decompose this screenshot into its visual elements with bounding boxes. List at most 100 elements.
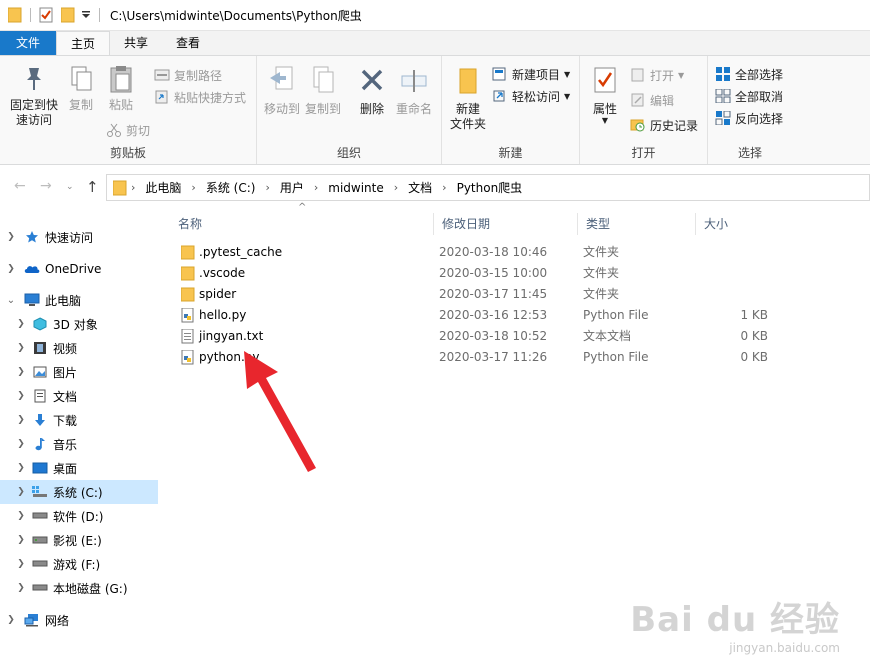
breadcrumb-separator[interactable]: › bbox=[390, 181, 402, 194]
nav-pictures[interactable]: ❯ 图片 bbox=[0, 360, 158, 384]
copy-to-button[interactable]: 复制到 bbox=[304, 64, 342, 117]
tab-share[interactable]: 共享 bbox=[110, 31, 162, 55]
file-name: .pytest_cache bbox=[199, 245, 283, 259]
new-folder-button[interactable]: 新建 文件夹 bbox=[446, 64, 490, 132]
open-dropdown-icon: ▼ bbox=[678, 70, 685, 80]
nav-desktop[interactable]: ❯ 桌面 bbox=[0, 456, 158, 480]
copy-button[interactable]: 复制 bbox=[64, 64, 98, 113]
nav-3d-objects[interactable]: ❯ 3D 对象 bbox=[0, 312, 158, 336]
watermark: Bai du 经验 jingyan.baidu.com bbox=[630, 592, 840, 655]
file-date: 2020-03-17 11:45 bbox=[439, 287, 548, 301]
expand-chevron-icon[interactable]: ❯ bbox=[16, 391, 26, 401]
up-arrow-icon[interactable]: ↑ bbox=[86, 178, 99, 196]
file-row[interactable]: spider 2020-03-17 11:45 文件夹 bbox=[170, 284, 810, 305]
nav-label: 3D 对象 bbox=[53, 317, 98, 332]
nav-documents[interactable]: ❯ 文档 bbox=[0, 384, 158, 408]
expand-chevron-icon[interactable]: ❯ bbox=[16, 415, 26, 425]
title-bar: C:\Users\midwinte\Documents\Python爬虫 bbox=[0, 0, 870, 31]
expand-chevron-icon[interactable]: ❯ bbox=[16, 583, 26, 593]
column-header-size[interactable]: 大小 bbox=[696, 213, 776, 235]
easy-access-button[interactable]: 轻松访问 ▼ bbox=[492, 86, 570, 106]
breadcrumb-separator[interactable]: › bbox=[127, 181, 139, 194]
paste-shortcut-button[interactable]: 粘贴快捷方式 bbox=[154, 87, 246, 107]
column-header-name[interactable]: 名称 bbox=[170, 213, 434, 235]
expand-chevron-icon[interactable]: ❯ bbox=[16, 511, 26, 521]
drive-icon bbox=[32, 581, 48, 595]
breadcrumb-users[interactable]: 用户 bbox=[274, 179, 310, 196]
expand-chevron-icon[interactable]: ❯ bbox=[16, 463, 26, 473]
breadcrumb-this-pc[interactable]: 此电脑 bbox=[139, 179, 187, 196]
edit-button[interactable]: 编辑 bbox=[630, 90, 674, 110]
nav-drive-c[interactable]: ❯ 系统 (C:) bbox=[0, 480, 158, 504]
expand-chevron-icon[interactable]: ❯ bbox=[16, 343, 26, 353]
paste-button[interactable]: 粘贴 bbox=[103, 64, 139, 113]
nav-videos[interactable]: ❯ 视频 bbox=[0, 336, 158, 360]
nav-label: 软件 (D:) bbox=[53, 509, 104, 524]
new-item-button[interactable]: 新建项目 ▼ bbox=[492, 64, 570, 84]
breadcrumb-user[interactable]: midwinte bbox=[322, 181, 389, 195]
nav-drive-d[interactable]: ❯ 软件 (D:) bbox=[0, 504, 158, 528]
expand-chevron-icon[interactable]: ❯ bbox=[16, 367, 26, 377]
expand-chevron-icon[interactable]: ❯ bbox=[16, 559, 26, 569]
properties-button[interactable]: 属性 ▼ bbox=[588, 64, 622, 125]
file-row[interactable]: .vscode 2020-03-15 10:00 文件夹 bbox=[170, 263, 810, 284]
select-none-button[interactable]: 全部取消 bbox=[715, 86, 783, 106]
expand-chevron-icon[interactable]: ❯ bbox=[6, 264, 16, 274]
nav-music[interactable]: ❯ 音乐 bbox=[0, 432, 158, 456]
delete-x-icon bbox=[361, 69, 383, 91]
nav-network[interactable]: ❯ 网络 bbox=[0, 608, 158, 632]
file-row[interactable]: jingyan.txt 2020-03-18 10:52 文本文档 0 KB bbox=[170, 326, 810, 347]
nav-drive-e[interactable]: ❯ 影视 (E:) bbox=[0, 528, 158, 552]
tab-file[interactable]: 文件 bbox=[0, 31, 57, 55]
back-arrow-icon[interactable]: ← bbox=[14, 178, 26, 194]
open-button[interactable]: 打开 ▼ bbox=[630, 65, 684, 85]
pin-quick-access-button[interactable]: 固定到快 速访问 bbox=[6, 64, 62, 128]
nav-this-pc[interactable]: ⌄ 此电脑 bbox=[0, 288, 158, 312]
breadcrumb-documents[interactable]: 文档 bbox=[402, 179, 438, 196]
nav-downloads[interactable]: ❯ 下载 bbox=[0, 408, 158, 432]
file-row[interactable]: .pytest_cache 2020-03-18 10:46 文件夹 bbox=[170, 242, 810, 263]
breadcrumb-drive-c[interactable]: 系统 (C:) bbox=[200, 179, 262, 196]
properties-dropdown-icon: ▼ bbox=[601, 116, 609, 125]
address-bar[interactable]: › 此电脑 › 系统 (C:) › 用户 › midwinte › 文档 › P… bbox=[106, 174, 870, 201]
column-header-date[interactable]: 修改日期 bbox=[434, 213, 578, 235]
expand-chevron-icon[interactable]: ❯ bbox=[16, 439, 26, 449]
tab-view[interactable]: 查看 bbox=[162, 31, 214, 55]
delete-button[interactable]: 删除 bbox=[355, 64, 389, 117]
nav-onedrive[interactable]: ❯ OneDrive bbox=[0, 257, 158, 281]
breadcrumb-separator[interactable]: › bbox=[261, 181, 273, 194]
file-row[interactable]: hello.py 2020-03-16 12:53 Python File 1 … bbox=[170, 305, 810, 326]
expand-chevron-icon[interactable]: ❯ bbox=[6, 232, 16, 242]
move-to-button[interactable]: 移动到 bbox=[263, 64, 301, 117]
breadcrumb-current-folder[interactable]: Python爬虫 bbox=[451, 179, 529, 196]
expand-chevron-icon[interactable]: ❯ bbox=[16, 319, 26, 329]
select-all-button[interactable]: 全部选择 bbox=[715, 64, 783, 84]
breadcrumb-separator[interactable]: › bbox=[438, 181, 450, 194]
history-button[interactable]: 历史记录 bbox=[630, 115, 698, 135]
separator bbox=[99, 8, 100, 22]
pin-icon bbox=[27, 68, 41, 90]
expand-chevron-icon[interactable]: ❯ bbox=[16, 487, 26, 497]
expand-chevron-icon[interactable]: ❯ bbox=[16, 535, 26, 545]
properties-quick-icon[interactable] bbox=[39, 7, 53, 23]
recent-locations-chevron-icon[interactable]: ⌄ bbox=[66, 182, 74, 192]
collapse-chevron-icon[interactable]: ⌄ bbox=[6, 295, 16, 306]
invert-selection-button[interactable]: 反向选择 bbox=[715, 108, 783, 128]
nav-quick-access[interactable]: ❯ 快速访问 bbox=[0, 225, 158, 249]
tab-home[interactable]: 主页 bbox=[56, 31, 111, 55]
forward-arrow-icon[interactable]: → bbox=[40, 178, 52, 194]
rename-button[interactable]: 重命名 bbox=[394, 64, 434, 117]
column-header-type[interactable]: 类型 bbox=[578, 213, 696, 235]
nav-drive-g[interactable]: ❯ 本地磁盘 (G:) bbox=[0, 576, 158, 600]
breadcrumb-separator[interactable]: › bbox=[187, 181, 199, 194]
customize-dropdown-icon[interactable] bbox=[81, 10, 91, 20]
nav-drive-f[interactable]: ❯ 游戏 (F:) bbox=[0, 552, 158, 576]
expand-chevron-icon[interactable]: ❯ bbox=[6, 615, 16, 625]
cut-button[interactable]: 剪切 bbox=[106, 120, 150, 140]
new-folder-quick-icon[interactable] bbox=[61, 7, 75, 23]
copy-label: 复制 bbox=[68, 98, 93, 112]
breadcrumb-separator[interactable]: › bbox=[310, 181, 322, 194]
copy-path-button[interactable]: 复制路径 bbox=[154, 65, 222, 85]
file-row[interactable]: python.py 2020-03-17 11:26 Python File 0… bbox=[170, 347, 810, 368]
select-none-label: 全部取消 bbox=[735, 89, 784, 104]
